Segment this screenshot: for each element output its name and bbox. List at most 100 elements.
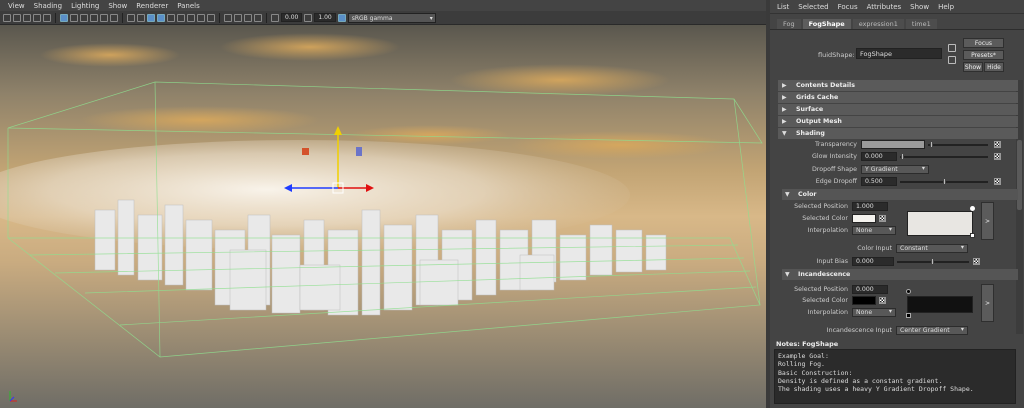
- tab-time1[interactable]: time1: [905, 19, 937, 29]
- incandescence-input-dropdown[interactable]: Center Gradient: [896, 326, 968, 335]
- map-texture-icon[interactable]: [994, 153, 1001, 160]
- menu-selected[interactable]: Selected: [798, 3, 828, 11]
- glow-intensity-slider[interactable]: [900, 156, 988, 158]
- transparency-slider-handle[interactable]: [930, 141, 933, 148]
- selected-color-swatch[interactable]: [852, 296, 876, 305]
- map-texture-icon[interactable]: [879, 215, 886, 222]
- ramp-handle-top[interactable]: [906, 289, 911, 294]
- menu-list[interactable]: List: [777, 3, 789, 11]
- menu-attributes[interactable]: Attributes: [867, 3, 902, 11]
- smooth-shade-icon[interactable]: [137, 13, 145, 22]
- shadows-icon[interactable]: [167, 13, 175, 22]
- dropoff-shape-dropdown[interactable]: Y Gradient: [861, 165, 929, 174]
- exposure-icon[interactable]: [271, 13, 279, 22]
- input-bias-field[interactable]: 0.000: [852, 257, 894, 266]
- selected-position-field[interactable]: 1.000: [852, 202, 888, 211]
- map-texture-icon[interactable]: [994, 141, 1001, 148]
- grid-icon[interactable]: [60, 13, 68, 22]
- scene-viewport[interactable]: [0, 25, 766, 408]
- menu-shading[interactable]: Shading: [34, 2, 62, 10]
- menu-lighting[interactable]: Lighting: [71, 2, 99, 10]
- selected-color-label: Selected Color: [802, 297, 848, 304]
- menu-help[interactable]: Help: [938, 3, 954, 11]
- tab-expression1[interactable]: expression1: [852, 19, 904, 29]
- section-shading[interactable]: ▼ Shading: [778, 128, 1018, 139]
- xray-components-icon[interactable]: [254, 13, 262, 22]
- resolution-gate-icon[interactable]: [70, 13, 78, 22]
- show-button[interactable]: Show: [963, 62, 983, 72]
- xray-icon[interactable]: [234, 13, 242, 22]
- glow-intensity-slider-handle[interactable]: [901, 153, 904, 160]
- depth-of-field-icon[interactable]: [207, 13, 215, 22]
- map-texture-icon[interactable]: [973, 258, 980, 265]
- color-management-icon[interactable]: [337, 13, 346, 22]
- selected-position-field[interactable]: 0.000: [852, 285, 888, 294]
- color-input-dropdown[interactable]: Constant: [896, 244, 968, 253]
- interpolation-dropdown[interactable]: None: [852, 226, 896, 235]
- section-title: Grids Cache: [796, 94, 839, 101]
- safe-action-icon[interactable]: [100, 13, 108, 22]
- section-grids-cache[interactable]: ▶ Grids Cache: [778, 92, 1018, 103]
- camera-icon[interactable]: [3, 13, 11, 22]
- film-gate-icon[interactable]: [43, 13, 51, 22]
- color-ramp[interactable]: [907, 211, 973, 236]
- ambient-occlusion-icon[interactable]: [177, 13, 185, 22]
- edge-dropoff-field[interactable]: 0.500: [861, 177, 897, 186]
- exposure-field[interactable]: 0.00: [281, 13, 303, 22]
- incandescence-ramp[interactable]: [907, 296, 973, 313]
- ramp-handle-top[interactable]: [970, 206, 975, 211]
- interpolation-label: Interpolation: [807, 309, 848, 316]
- section-color[interactable]: ▼ Color: [782, 189, 1018, 200]
- input-bias-slider-handle[interactable]: [931, 258, 934, 265]
- bookmark-icon[interactable]: [23, 13, 31, 22]
- menu-focus[interactable]: Focus: [838, 3, 858, 11]
- tab-fog[interactable]: Fog: [777, 19, 801, 29]
- section-contents-details[interactable]: ▶ Contents Details: [778, 80, 1018, 91]
- presets-button[interactable]: Presets*: [963, 50, 1004, 60]
- collapse-arrow-icon: ▼: [785, 271, 790, 278]
- xray-joints-icon[interactable]: [244, 13, 252, 22]
- menu-show[interactable]: Show: [108, 2, 127, 10]
- go-to-input-icon[interactable]: [948, 44, 956, 52]
- image-plane-icon[interactable]: [33, 13, 41, 22]
- section-incandescence[interactable]: ▼ Incandescence: [782, 269, 1018, 280]
- go-to-output-icon[interactable]: [948, 56, 956, 64]
- focus-button[interactable]: Focus: [963, 38, 1004, 48]
- isolate-select-icon[interactable]: [224, 13, 232, 22]
- ramp-delete-handle[interactable]: [906, 313, 911, 318]
- lights-icon[interactable]: [157, 13, 165, 22]
- menu-view[interactable]: View: [8, 2, 25, 10]
- anti-aliasing-icon[interactable]: [197, 13, 205, 22]
- section-surface[interactable]: ▶ Surface: [778, 104, 1018, 115]
- interpolation-dropdown[interactable]: None: [852, 308, 896, 317]
- menu-renderer[interactable]: Renderer: [136, 2, 168, 10]
- safe-title-icon[interactable]: [110, 13, 118, 22]
- hide-button[interactable]: Hide: [984, 62, 1004, 72]
- selected-color-swatch[interactable]: [852, 214, 876, 223]
- notes-line: Rolling Fog.: [778, 360, 825, 369]
- transparency-swatch[interactable]: [861, 140, 925, 149]
- view-transform-dropdown[interactable]: sRGB gamma: [347, 12, 436, 23]
- gate-mask-icon[interactable]: [80, 13, 88, 22]
- node-name-field[interactable]: FogShape: [856, 48, 942, 59]
- field-chart-icon[interactable]: [90, 13, 98, 22]
- menu-show[interactable]: Show: [910, 3, 929, 11]
- ramp-delete-handle[interactable]: [970, 233, 975, 238]
- wireframe-icon[interactable]: [127, 13, 135, 22]
- map-texture-icon[interactable]: [879, 297, 886, 304]
- textured-icon[interactable]: [147, 13, 155, 22]
- tab-fogshape[interactable]: FogShape: [802, 19, 851, 29]
- section-output-mesh[interactable]: ▶ Output Mesh: [778, 116, 1018, 127]
- transparency-slider[interactable]: [928, 144, 988, 146]
- expand-ramp-button[interactable]: >: [981, 284, 994, 322]
- gamma-field[interactable]: 1.00: [314, 13, 336, 22]
- menu-panels[interactable]: Panels: [177, 2, 200, 10]
- expand-ramp-button[interactable]: >: [981, 202, 994, 240]
- map-texture-icon[interactable]: [994, 178, 1001, 185]
- glow-intensity-field[interactable]: 0.000: [861, 152, 897, 161]
- notes-textarea[interactable]: Example Goal: Rolling Fog. Basic Constru…: [774, 349, 1016, 404]
- camera-attr-icon[interactable]: [13, 13, 21, 22]
- motion-blur-icon[interactable]: [187, 13, 195, 22]
- edge-dropoff-slider-handle[interactable]: [943, 178, 946, 185]
- gamma-icon[interactable]: [304, 13, 313, 22]
